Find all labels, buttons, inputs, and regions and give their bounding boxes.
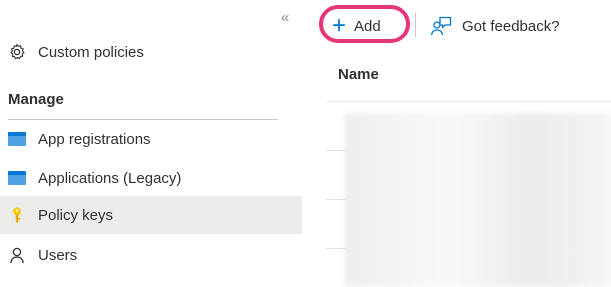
sidebar-item-custom-policies[interactable]: Custom policies: [0, 33, 302, 71]
sidebar-item-policy-keys[interactable]: Policy keys: [0, 196, 302, 234]
sidebar-item-users[interactable]: Users: [0, 236, 302, 274]
column-header-name[interactable]: Name: [326, 66, 611, 102]
plus-icon: +: [332, 12, 347, 39]
feedback-icon: [430, 16, 452, 36]
app-registrations-icon: [8, 130, 26, 148]
redacted-table-rows: [344, 113, 611, 287]
add-button-label: Add: [354, 17, 381, 35]
sidebar-item-applications-legacy[interactable]: Applications (Legacy): [0, 159, 302, 197]
row-divider: [326, 248, 346, 249]
sidebar: « Custom policies Manage App registratio…: [0, 0, 302, 287]
sidebar-item-label: App registrations: [38, 130, 151, 148]
toolbar-divider: [415, 13, 416, 37]
feedback-button-label: Got feedback?: [462, 17, 560, 35]
sidebar-item-label: Policy keys: [38, 206, 114, 224]
row-divider: [326, 199, 346, 200]
feedback-button[interactable]: Got feedback?: [430, 12, 560, 40]
sidebar-item-label: Applications (Legacy): [38, 169, 182, 187]
sidebar-item-label: Custom policies: [38, 43, 144, 61]
sidebar-item-label: Users: [38, 246, 78, 264]
add-button[interactable]: + Add: [332, 12, 381, 40]
section-title-manage: Manage: [8, 91, 64, 108]
gear-icon: [8, 43, 26, 61]
key-icon: [8, 206, 26, 224]
row-divider: [326, 150, 346, 151]
user-icon: [8, 246, 26, 264]
sidebar-item-app-registrations[interactable]: App registrations: [0, 120, 302, 158]
main-content: + Add Got feedback? Name: [302, 0, 611, 287]
applications-icon: [8, 169, 26, 187]
collapse-sidebar-icon[interactable]: «: [281, 9, 289, 26]
command-bar: + Add Got feedback?: [302, 0, 611, 52]
column-header-label: Name: [338, 66, 379, 83]
